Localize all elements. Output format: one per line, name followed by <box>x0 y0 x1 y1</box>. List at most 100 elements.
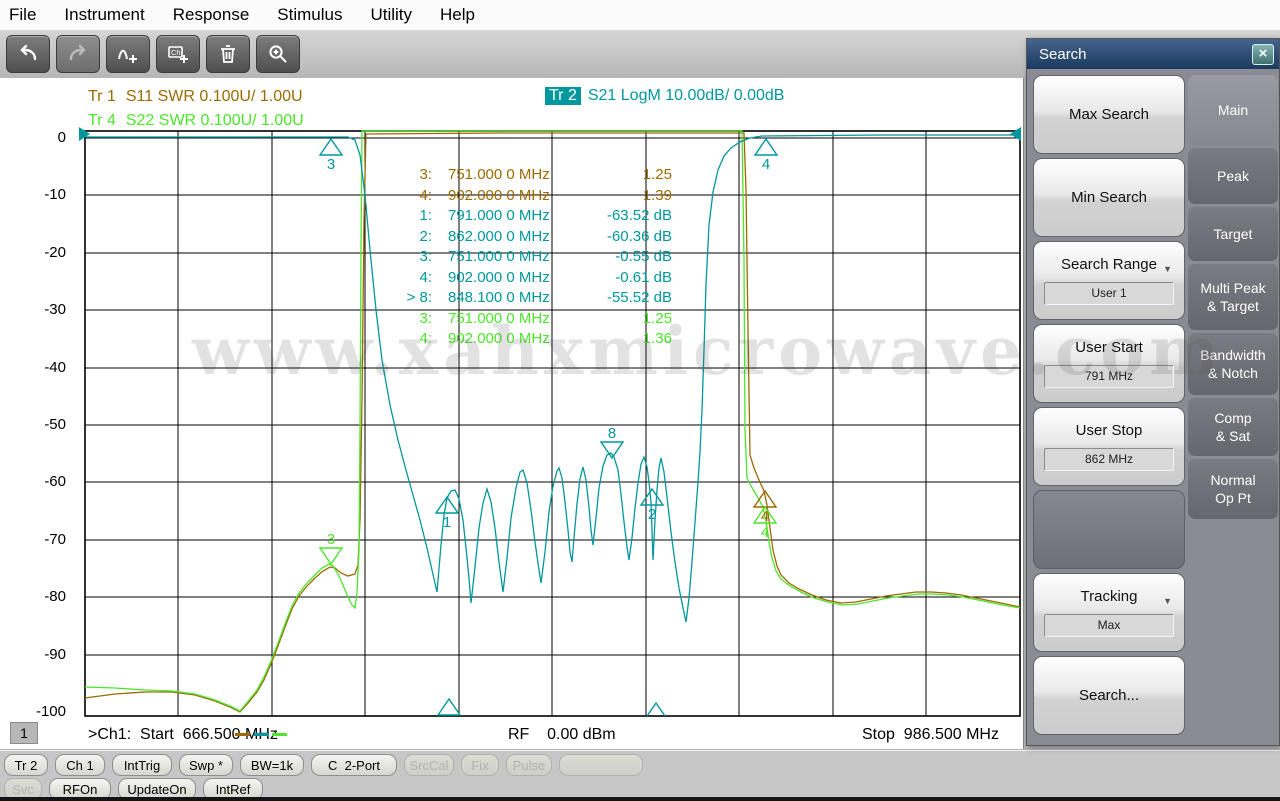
menu-item-response[interactable]: Response <box>159 5 264 25</box>
status-bar: Tr 2 Ch 1 IntTrig Swp * BW=1k C 2-Port SrcCal F… <box>0 750 1280 800</box>
marker-readout-row: 3: 751.000 0 MHz 1.25 <box>398 310 672 330</box>
max-search-button[interactable]: Max Search <box>1033 75 1185 154</box>
trace2-color-key-icon <box>254 733 269 736</box>
marker-readout-row: 3: 751.000 0 MHz -0.55 dB <box>398 248 672 268</box>
y-axis-tick: -30 <box>44 301 66 318</box>
blank-button[interactable] <box>1033 490 1185 569</box>
trace-label-tr-1[interactable]: Tr 1 S11 SWR 0.100U/ 1.00U <box>88 88 303 106</box>
marker-value: -0.61 dB <box>615 268 672 286</box>
tab-bandwidth-notch[interactable]: Bandwidth & Notch <box>1188 333 1278 395</box>
status-bw-1k[interactable]: BW=1k <box>240 754 304 776</box>
add-trace-icon <box>115 42 141 66</box>
search-panel-title: Search <box>1039 45 1087 63</box>
marker-number: > 8: <box>406 289 432 306</box>
tracking-button[interactable]: Tracking ▼ Max <box>1033 573 1185 652</box>
trace-format-label: S22 SWR 0.100U/ 1.00U <box>125 112 304 129</box>
search-panel: Search × Max Search Min Search Search Rang… <box>1026 38 1280 746</box>
status-fix[interactable]: Fix <box>461 754 499 776</box>
chevron-down-icon: ▼ <box>1163 264 1172 274</box>
y-axis-tick: -40 <box>44 359 66 376</box>
delete-icon <box>215 42 241 66</box>
tab-label-line: Op Pt <box>1215 490 1251 506</box>
tab-target[interactable]: Target <box>1188 207 1278 261</box>
tab-normal-op-pt[interactable]: Normal Op Pt <box>1188 459 1278 519</box>
trace-id-badge: Tr 2 <box>545 87 581 105</box>
search-panel-titlebar[interactable]: Search × <box>1027 39 1279 69</box>
status-swp[interactable]: Swp * <box>179 754 233 776</box>
trace-id-badge: Tr 1 <box>88 88 116 105</box>
marker-readout-row: 1: 791.000 0 MHz -63.52 dB <box>398 207 672 227</box>
delete-button[interactable] <box>206 35 250 73</box>
zoom-icon <box>265 42 291 66</box>
marker-number: 4: <box>419 268 432 286</box>
chevron-down-icon: ▼ <box>1163 596 1172 606</box>
button-label: Max Search <box>1068 106 1150 123</box>
search-button[interactable]: Search... <box>1033 656 1185 735</box>
marker-value: 1.25 <box>642 309 672 327</box>
stimulus-stop[interactable]: Stop 986.500 MHz <box>862 726 999 744</box>
button-value-field[interactable]: 791 MHz <box>1044 365 1174 388</box>
tab-label-line: Multi Peak <box>1200 279 1266 296</box>
tab-label-line: & Target <box>1207 298 1259 314</box>
trace1-color-key-icon <box>235 733 250 736</box>
menu-bar: File Instrument Response Stimulus Utility Hel… <box>0 0 1280 31</box>
stimulus-rf-power[interactable]: RF 0.00 dBm <box>508 726 616 744</box>
status-ch-1[interactable]: Ch 1 <box>55 754 105 776</box>
status-inttrig[interactable]: IntTrig <box>112 754 172 776</box>
status-tr-2[interactable]: Tr 2 <box>4 754 48 776</box>
y-axis-tick: -90 <box>44 646 66 663</box>
zoom-button[interactable] <box>256 35 300 73</box>
channel-badge[interactable]: 1 <box>10 722 38 744</box>
user-stop-button[interactable]: User Stop 862 MHz <box>1033 407 1185 486</box>
button-value-field[interactable]: Max <box>1044 614 1174 637</box>
tab-label-line: & Sat <box>1215 428 1251 444</box>
add-channel-button[interactable]: Ch <box>156 35 200 73</box>
menu-item-file[interactable]: File <box>0 5 50 25</box>
add-trace-button[interactable] <box>106 35 150 73</box>
menu-item-help[interactable]: Help <box>426 5 489 25</box>
tab-label-line: Target <box>1213 225 1253 242</box>
menu-item-utility[interactable]: Utility <box>356 5 426 25</box>
marker-readout-row: 2: 862.000 0 MHz -60.36 dB <box>398 228 672 248</box>
tab-label-line: & Notch <box>1208 365 1258 381</box>
button-label: User Start <box>1075 339 1143 356</box>
tab-label-line: Peak <box>1217 167 1249 184</box>
tab-main[interactable]: Main <box>1188 75 1278 145</box>
window-bottom-edge <box>0 797 1280 801</box>
close-icon[interactable]: × <box>1252 43 1274 65</box>
menu-item-instrument[interactable]: Instrument <box>50 5 158 25</box>
marker-readout-row: 4: 902.000 0 MHz 1.39 <box>398 187 672 207</box>
trace-label-tr-2[interactable]: Tr 2 S21 LogM 10.00dB/ 0.00dB <box>545 87 784 105</box>
svg-text:Ch: Ch <box>171 48 181 57</box>
redo-icon <box>65 42 91 66</box>
marker-value: -60.36 dB <box>606 227 672 245</box>
tab-multi-peak-target[interactable]: Multi Peak & Target <box>1188 264 1278 330</box>
marker-number: 4: <box>419 330 432 347</box>
add-channel-icon: Ch <box>165 42 191 66</box>
menu-item-stimulus[interactable]: Stimulus <box>263 5 356 25</box>
search-range-button[interactable]: Search Range ▼ User 1 <box>1033 241 1185 320</box>
status-srccal[interactable]: SrcCal <box>404 754 454 776</box>
tab-label-line: Normal <box>1210 471 1256 488</box>
search-panel-tabs: Main Peak Target Multi Peak & Target Bandwidt… <box>1188 75 1278 519</box>
min-search-button[interactable]: Min Search <box>1033 158 1185 237</box>
undo-button[interactable] <box>6 35 50 73</box>
user-start-button[interactable]: User Start 791 MHz <box>1033 324 1185 403</box>
button-value-field[interactable]: 862 MHz <box>1044 448 1174 471</box>
status-blank[interactable] <box>559 754 643 776</box>
status-pulse[interactable]: Pulse <box>506 754 552 776</box>
trace4-color-key-icon <box>272 733 287 736</box>
tab-peak[interactable]: Peak <box>1188 148 1278 204</box>
button-value-field[interactable]: User 1 <box>1044 282 1174 305</box>
status-c-2-port[interactable]: C 2-Port <box>311 754 397 776</box>
trace-format-label: S21 LogM 10.00dB/ 0.00dB <box>587 87 785 104</box>
redo-button[interactable] <box>56 35 100 73</box>
button-label: Search... <box>1078 687 1140 704</box>
status-row-1: Tr 2 Ch 1 IntTrig Swp * BW=1k C 2-Port SrcCal F… <box>4 754 643 776</box>
marker-number: 1: <box>419 207 432 224</box>
y-axis-tick: -60 <box>44 473 66 490</box>
trace-label-tr-4[interactable]: Tr 4 S22 SWR 0.100U/ 1.00U <box>88 112 304 130</box>
marker-readout-row: 4: 902.000 0 MHz 1.36 <box>398 330 672 350</box>
marker-number: 3: <box>419 309 432 327</box>
tab-comp-sat[interactable]: Comp & Sat <box>1188 398 1278 456</box>
